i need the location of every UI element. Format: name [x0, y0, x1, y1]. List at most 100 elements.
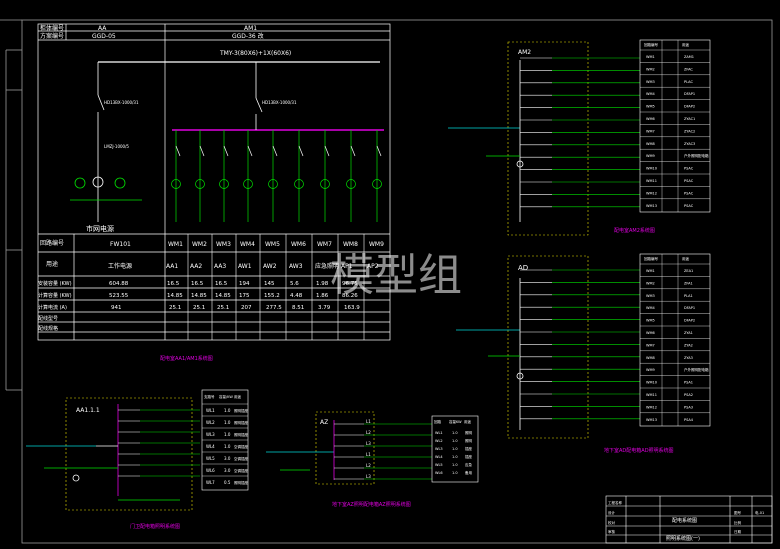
aa1-row-kw: 1.0: [224, 420, 231, 425]
am2-row-use: ZYAC2: [684, 129, 695, 133]
ad-header-no: 回路编号: [644, 256, 658, 261]
ad-row-use: PLA1: [684, 294, 693, 298]
am2-row-no: WM2: [646, 67, 655, 71]
ad-row-no: WM6: [646, 331, 655, 335]
ad-row-no: WM10: [646, 381, 657, 385]
az-row-no: WL6: [435, 471, 443, 475]
az-table-cells: 回路 容量KW 用途 WL1 1.0 照明 WL2 1.0 照明 WL3 1.0 插座 WL4 1.0 插座…: [434, 419, 473, 475]
az-row-use: 插座: [465, 454, 473, 459]
aa1-row-no: WL5: [206, 456, 215, 461]
circuit-no-cell: WM8: [343, 241, 358, 248]
aa1-row-kw: 1.0: [224, 432, 231, 437]
am2-row-use: PSAC: [684, 204, 694, 208]
calculated-capacity-cell: 14.85: [167, 293, 183, 299]
cad-drawing-canvas: 柜体编号 AA AM1 方案编号 GGD-05 GGD-36 改 TMY-3(8…: [0, 19, 773, 544]
ad-row-use: ZYA3: [684, 356, 693, 360]
ad-caption: 地下室AD配电箱AD照明系统图: [604, 447, 674, 454]
az-branch-rows: L1 L2 L3 L1 L2 L3: [334, 419, 432, 480]
incomer-breaker-label: HD13BX-1000/31: [104, 100, 139, 105]
az-row-kw: 1.0: [452, 447, 458, 451]
az-table-header: 容量KW: [449, 419, 462, 424]
incomer-circuit: [92, 62, 263, 222]
ad-row-no: WM12: [646, 405, 657, 409]
am2-row-no: WM3: [646, 80, 655, 84]
aa1-title: AA1.1.1: [76, 407, 100, 414]
ad-row-use: ZYA2: [684, 343, 693, 347]
main-panel-caption: 配电室AA1/AM1系统图: [160, 355, 213, 362]
header-row1-col1: AA: [98, 25, 107, 32]
am2-row-no: WM7: [646, 129, 655, 133]
circuit-no-cell: WM6: [291, 241, 306, 248]
aa1-row-kw: 1.0: [224, 444, 231, 449]
aa1-feed: [26, 404, 180, 501]
aa1-row-no: WL7: [206, 480, 215, 485]
aa1-row-no: WL4: [206, 444, 215, 449]
outgoing-breaker: [376, 145, 382, 157]
calculated-capacity-cell: 523.55: [109, 293, 129, 299]
am2-row-use: ZFAC: [684, 67, 693, 71]
am2-row-no: WM11: [646, 179, 657, 183]
az-row-kw: 1.0: [452, 431, 458, 435]
ad-row-use: DFAP1: [684, 306, 695, 310]
aa1-branch-rows: [118, 409, 200, 477]
title-row-1: 工程名称: [608, 500, 622, 505]
ad-row-no: WM11: [646, 393, 657, 397]
ad-row-use: 户外照明配电箱: [684, 367, 709, 372]
aa1-row-use: 空调插座: [234, 456, 248, 461]
az-caption: 地下室AZ照明配电箱AZ照明系统图: [332, 501, 411, 508]
installed-capacity-cell: 604.88: [109, 281, 129, 287]
am2-row-no: WM8: [646, 142, 655, 146]
am2-title: AM2: [518, 49, 531, 56]
ad-row-use: DFAP2: [684, 319, 695, 323]
calculated-current-cell: 277.5: [266, 305, 282, 311]
az-row-use: 应急: [465, 462, 473, 467]
am2-feed: [448, 60, 524, 222]
aa1-row-kw: 1.0: [224, 408, 231, 413]
calculated-current-cell: 3.79: [318, 305, 331, 311]
circuit-use-cell: AA3: [214, 263, 226, 270]
aa1-row-use: 空调插座: [234, 444, 248, 449]
calculated-capacity-cell: 175: [239, 293, 250, 299]
az-row-no: WL4: [435, 455, 443, 459]
ad-row-use: PSA4: [684, 418, 694, 422]
ad-header-use: 用途: [682, 256, 690, 261]
am2-row-no: WM6: [646, 117, 655, 121]
az-table-header: 回路: [434, 419, 442, 424]
incomer-ct-label: LMZJ-1000/5: [104, 144, 129, 149]
aa1-row-no: WL3: [206, 432, 215, 437]
am2-row-no: WM5: [646, 105, 655, 109]
circuit-use-cell: AW3: [289, 263, 303, 270]
installed-capacity-cell: 16.5: [191, 281, 204, 287]
calculated-current-cell: 25.1: [217, 305, 229, 311]
aa1-table-cells: 支路号 容量/KW 用途WL1 1.0 照明插座WL2 1.0 照明插座WL3 1.0 照明插座…: [202, 394, 248, 485]
ad-row-no: WM8: [646, 356, 655, 360]
az-phase-label: L1: [366, 419, 371, 424]
az-row-kw: 1.0: [452, 455, 458, 459]
ad-row-use: PSA1: [684, 381, 693, 385]
az-phase-label: L2: [366, 463, 371, 468]
main-breaker-label: HD13BX-1000/31: [262, 100, 297, 105]
ad-row-no: WM2: [646, 281, 655, 285]
ad-row-no: WM9: [646, 368, 655, 372]
circuit-no-cell: WM2: [192, 241, 207, 248]
title-row-2: 设计: [608, 510, 616, 515]
am2-row-no: WM1: [646, 55, 655, 59]
circuit-no-cell: WM7: [317, 241, 332, 248]
aa1-row-use: 空调插座: [234, 468, 248, 473]
aa1-row-kw: 0.5: [224, 480, 231, 485]
installed-capacity-cell: 194: [239, 281, 250, 287]
circuit-no-cell: WM5: [265, 241, 280, 248]
am2-row-no: WM4: [646, 92, 655, 96]
outgoing-breaker: [223, 145, 229, 157]
installed-capacity-cell: 16.5: [215, 281, 228, 287]
row-label-current: 计算电流 (A): [38, 304, 67, 311]
circuit-no-cell: WM4: [240, 241, 255, 248]
az-row-no: WL1: [435, 431, 443, 435]
installed-capacity-cell: 16.5: [167, 281, 180, 287]
aa1-table-header: 支路号: [204, 394, 215, 399]
az-row-no: WL3: [435, 447, 443, 451]
az-row-use: 插座: [465, 446, 473, 451]
installed-capacity-cell: 5.6: [290, 281, 299, 287]
ad-row-use: PSA3: [684, 405, 693, 409]
header-row2-col1: GGD-05: [92, 33, 116, 40]
